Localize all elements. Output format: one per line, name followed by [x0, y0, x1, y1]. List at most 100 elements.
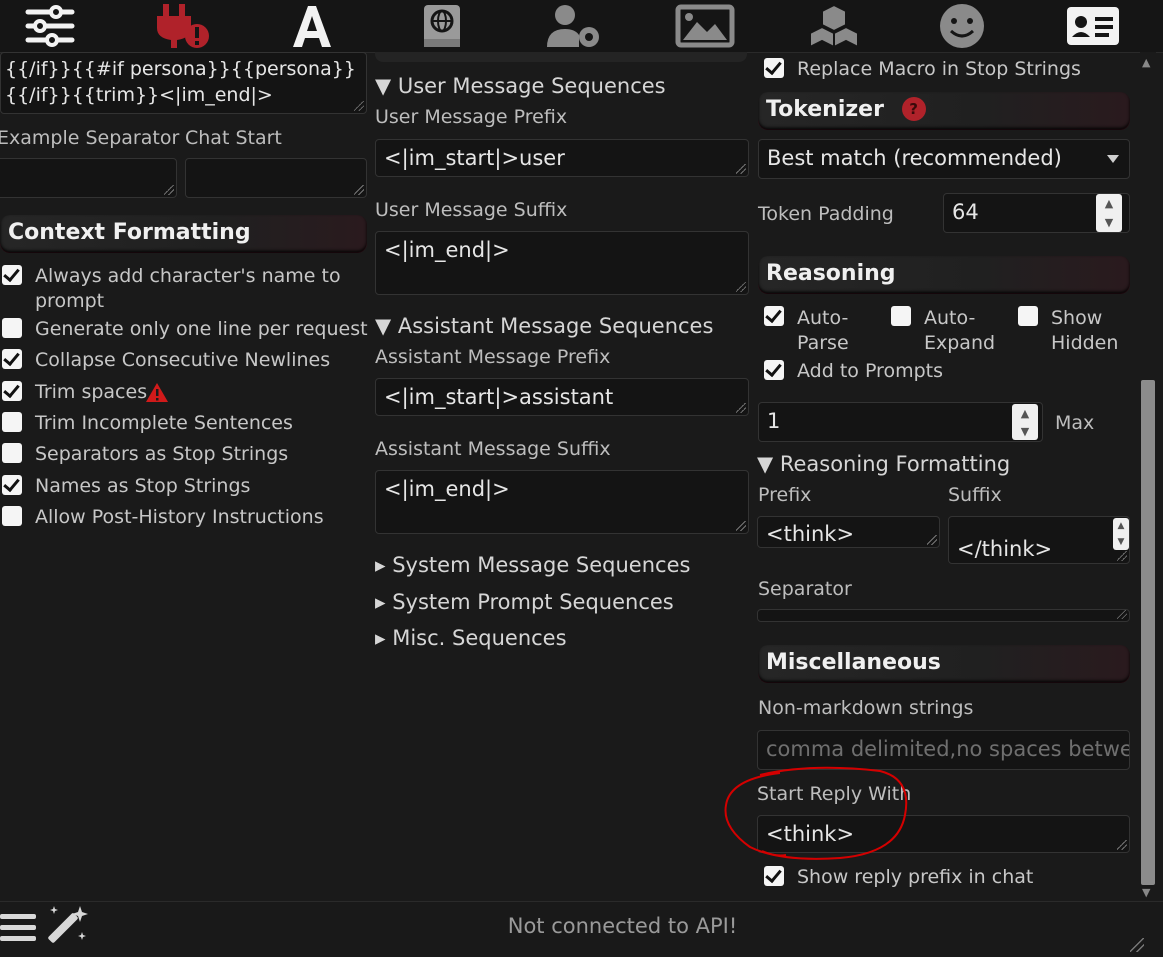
- token-padding-stepper[interactable]: ▲ ▼: [1096, 194, 1122, 232]
- separators-stop-label: Separators as Stop Strings: [35, 443, 289, 465]
- scrollbar-thumb[interactable]: [1141, 380, 1155, 885]
- token-padding-label: Token Padding: [758, 203, 894, 225]
- tokenizer-header: Tokenizer ?: [758, 92, 1130, 130]
- prefix-label: Prefix: [758, 484, 812, 506]
- always-add-name-label: Always add character's name to prompt: [35, 265, 341, 312]
- sliders-icon[interactable]: [18, 2, 82, 50]
- story-string-line-1: {{/if}}{{#if persona}}{{persona}}: [5, 58, 356, 80]
- replace-macro-label: Replace Macro in Stop Strings: [797, 58, 1081, 80]
- non-markdown-label: Non-markdown strings: [758, 697, 974, 719]
- add-to-prompts-label: Add to Prompts: [797, 360, 943, 382]
- cubes-icon[interactable]: [802, 2, 866, 50]
- example-separator-input[interactable]: [0, 158, 177, 198]
- auto-expand-label: Auto-Expand: [924, 307, 996, 354]
- assistant-prefix-input[interactable]: <|im_start|>assistant: [375, 378, 749, 416]
- top-nav-bar: [0, 0, 1163, 53]
- red-annotation-circle: [724, 766, 908, 860]
- misc-sequences-summary[interactable]: ▸ Misc. Sequences: [375, 626, 567, 650]
- auto-expand-checkbox[interactable]: [891, 306, 911, 326]
- user-prefix-value: <|im_start|>user: [384, 146, 565, 170]
- tokenizer-value: Best match (recommended): [767, 146, 1062, 170]
- bottom-bar: Not connected to API!: [0, 901, 1163, 957]
- reasoning-count-input[interactable]: 1: [758, 402, 1043, 442]
- assistant-sequences-summary[interactable]: ▼ Assistant Message Sequences: [375, 314, 713, 338]
- chevron-down-icon: [1107, 155, 1119, 163]
- story-string-textarea[interactable]: {{/if}}{{#if persona}}{{persona}} {{/if}…: [0, 52, 367, 114]
- max-label: Max: [1055, 412, 1095, 434]
- user-prefix-label: User Message Prefix: [375, 106, 568, 128]
- trim-spaces-checkbox[interactable]: [2, 381, 22, 401]
- show-hidden-label: Show Hidden: [1051, 307, 1119, 354]
- user-suffix-input[interactable]: <|im_end|>: [375, 231, 749, 295]
- user-gear-icon[interactable]: [542, 2, 606, 50]
- reasoning-separator-input[interactable]: [757, 609, 1130, 622]
- suffix-label: Suffix: [948, 484, 1002, 506]
- assistant-suffix-input[interactable]: <|im_end|>: [375, 470, 749, 534]
- user-prefix-input[interactable]: <|im_start|>user: [375, 139, 749, 177]
- separator-label: Separator: [758, 578, 852, 600]
- assistant-suffix-value: <|im_end|>: [384, 477, 510, 501]
- user-suffix-value: <|im_end|>: [384, 238, 510, 262]
- plug-warning-icon[interactable]: [150, 2, 214, 50]
- user-suffix-label: User Message Suffix: [375, 199, 568, 221]
- post-history-label: Allow Post-History Instructions: [35, 506, 324, 528]
- token-padding-value: 64: [952, 200, 979, 224]
- reasoning-count-stepper[interactable]: ▲ ▼: [1012, 404, 1038, 440]
- replace-macro-checkbox[interactable]: [764, 58, 784, 78]
- reasoning-count-value: 1: [767, 409, 781, 433]
- always-add-name-checkbox[interactable]: [2, 265, 22, 285]
- story-string-line-2: {{/if}}{{trim}}<|im_end|>: [5, 84, 273, 106]
- separators-stop-checkbox[interactable]: [2, 443, 22, 463]
- reasoning-suffix-value: </think>: [957, 537, 1053, 561]
- chat-start-label: Chat Start: [185, 127, 282, 149]
- add-to-prompts-checkbox[interactable]: [764, 360, 784, 380]
- trim-incomplete-label: Trim Incomplete Sentences: [35, 412, 293, 434]
- connection-status-text: Not connected to API!: [507, 914, 738, 938]
- assistant-prefix-label: Assistant Message Prefix: [375, 346, 611, 368]
- names-stop-label: Names as Stop Strings: [35, 475, 251, 497]
- collapsed-section-edge: [375, 52, 747, 62]
- reasoning-header: Reasoning: [758, 256, 1130, 294]
- help-icon[interactable]: ?: [901, 97, 926, 121]
- scroll-down-icon[interactable]: ▼: [1142, 886, 1150, 899]
- reasoning-formatting-summary[interactable]: ▼ Reasoning Formatting: [757, 452, 1010, 476]
- user-sequences-summary[interactable]: ▼ User Message Sequences: [375, 74, 666, 98]
- one-line-checkbox[interactable]: [2, 318, 22, 338]
- auto-parse-label: Auto-Parse: [797, 307, 849, 354]
- font-a-icon[interactable]: [280, 2, 344, 50]
- trim-spaces-label: Trim spaces: [35, 381, 148, 403]
- id-card-icon[interactable]: [1061, 2, 1125, 50]
- image-icon[interactable]: [673, 2, 737, 50]
- tokenizer-title: Tokenizer: [766, 97, 884, 122]
- reasoning-prefix-value: <think>: [766, 522, 855, 546]
- example-separator-label: Example Separator: [0, 127, 180, 149]
- assistant-suffix-label: Assistant Message Suffix: [375, 438, 611, 460]
- book-globe-icon[interactable]: [410, 2, 474, 50]
- show-reply-prefix-checkbox[interactable]: [764, 866, 784, 886]
- warning-icon: [146, 383, 168, 402]
- system-prompt-sequences-summary[interactable]: ▸ System Prompt Sequences: [375, 590, 674, 614]
- miscellaneous-header: Miscellaneous: [758, 645, 1130, 683]
- chat-start-input[interactable]: [185, 158, 367, 198]
- trim-incomplete-checkbox[interactable]: [2, 412, 22, 432]
- one-line-label: Generate only one line per request: [35, 318, 368, 340]
- tokenizer-select[interactable]: Best match (recommended): [758, 139, 1130, 179]
- names-stop-checkbox[interactable]: [2, 475, 22, 495]
- auto-parse-checkbox[interactable]: [764, 306, 784, 326]
- context-formatting-header: Context Formatting: [0, 215, 367, 253]
- reasoning-suffix-input[interactable]: </think>: [948, 516, 1130, 564]
- show-hidden-checkbox[interactable]: [1018, 306, 1038, 326]
- post-history-checkbox[interactable]: [2, 506, 22, 526]
- non-markdown-input[interactable]: comma delimited,no spaces between: [757, 730, 1130, 770]
- resize-grip-icon[interactable]: [1130, 938, 1144, 952]
- smiley-icon[interactable]: [930, 2, 994, 50]
- assistant-prefix-value: <|im_start|>assistant: [384, 385, 614, 409]
- show-reply-prefix-label: Show reply prefix in chat: [797, 866, 1034, 888]
- collapse-newlines-label: Collapse Consecutive Newlines: [35, 349, 331, 371]
- system-sequences-summary[interactable]: ▸ System Message Sequences: [375, 553, 690, 577]
- collapse-newlines-checkbox[interactable]: [2, 349, 22, 369]
- scroll-up-icon[interactable]: ▲: [1142, 56, 1150, 69]
- non-markdown-placeholder: comma delimited,no spaces between: [766, 737, 1130, 761]
- reasoning-prefix-input[interactable]: <think>: [757, 516, 940, 548]
- reasoning-suffix-scroll[interactable]: ▲ ▼: [1113, 518, 1129, 550]
